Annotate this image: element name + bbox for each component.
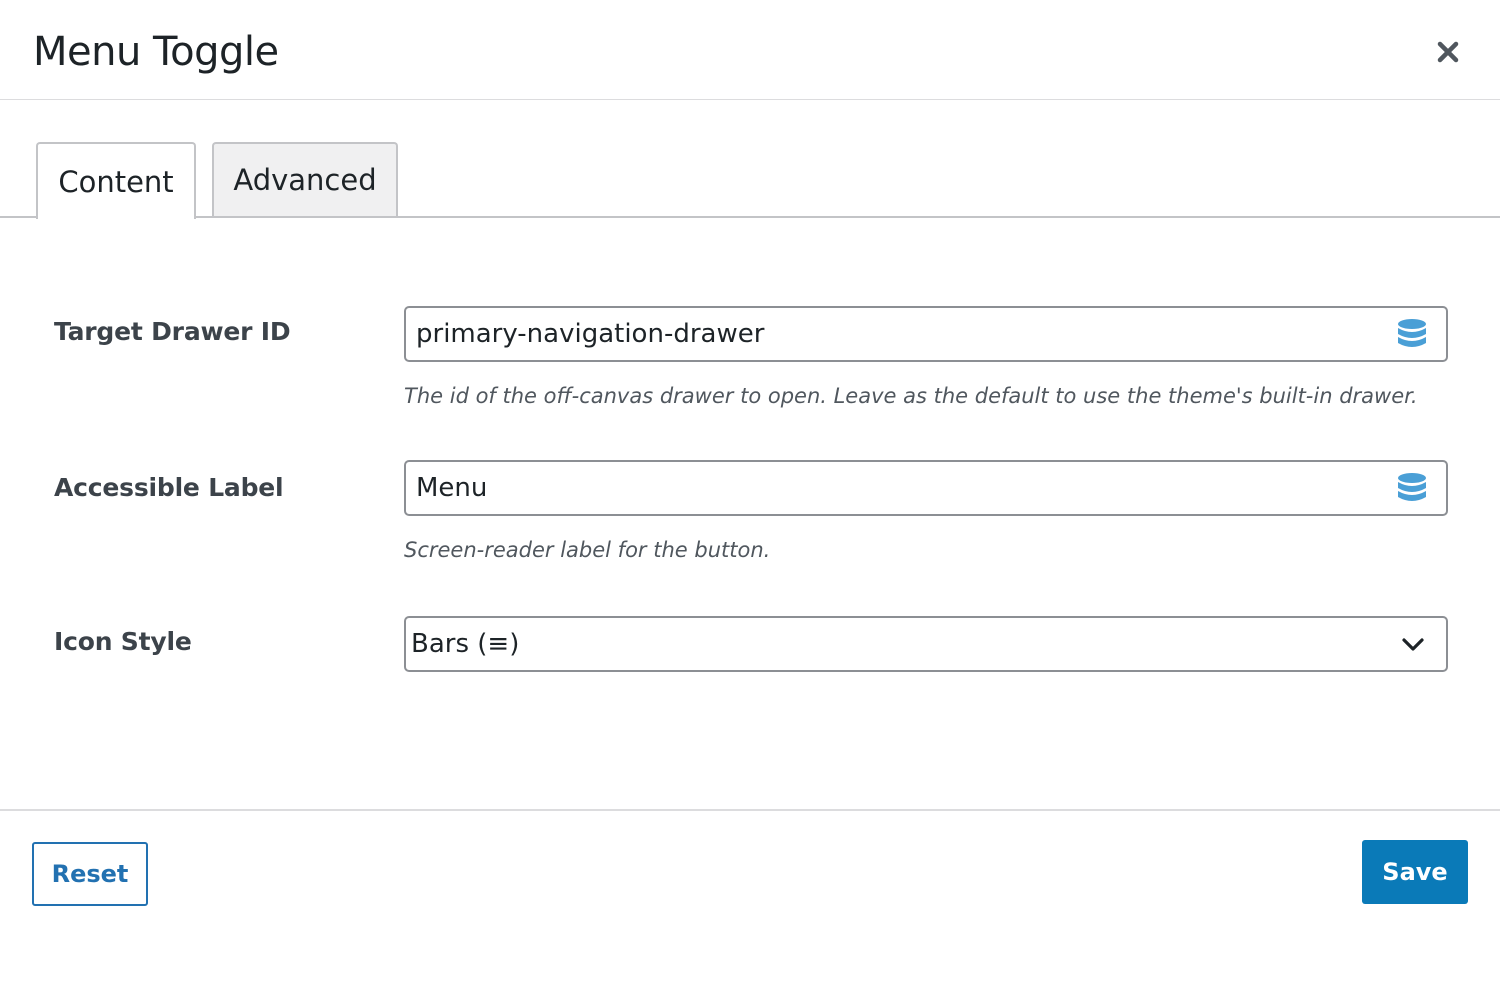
target-drawer-id-input[interactable] bbox=[416, 308, 1376, 360]
icon-style-label: Icon Style bbox=[54, 627, 192, 656]
dialog-header: Menu Toggle bbox=[0, 0, 1500, 100]
accessible-label-field[interactable] bbox=[404, 460, 1448, 516]
icon-style-select[interactable]: Bars (≡) bbox=[404, 616, 1448, 672]
tab-content-label: Content bbox=[58, 164, 174, 199]
accessible-label-help: Screen-reader label for the button. bbox=[404, 538, 771, 562]
close-icon bbox=[1437, 41, 1459, 63]
dialog-title: Menu Toggle bbox=[33, 29, 279, 75]
reset-button[interactable]: Reset bbox=[32, 842, 148, 906]
tab-divider bbox=[0, 216, 1500, 218]
chevron-down-icon bbox=[1402, 638, 1424, 651]
icon-style-selected-value: Bars (≡) bbox=[411, 629, 520, 659]
tab-advanced[interactable]: Advanced bbox=[212, 142, 398, 216]
footer-divider bbox=[0, 809, 1500, 811]
database-icon[interactable] bbox=[1396, 472, 1428, 506]
tab-content[interactable]: Content bbox=[36, 142, 196, 219]
tab-advanced-label: Advanced bbox=[233, 163, 377, 197]
target-drawer-id-help: The id of the off-canvas drawer to open.… bbox=[404, 384, 1418, 408]
close-button[interactable] bbox=[1428, 32, 1468, 72]
database-icon[interactable] bbox=[1396, 318, 1428, 352]
save-button[interactable]: Save bbox=[1362, 840, 1468, 904]
target-drawer-id-label: Target Drawer ID bbox=[54, 317, 291, 346]
accessible-label-input[interactable] bbox=[416, 462, 1376, 514]
target-drawer-id-field[interactable] bbox=[404, 306, 1448, 362]
accessible-label-label: Accessible Label bbox=[54, 473, 284, 502]
